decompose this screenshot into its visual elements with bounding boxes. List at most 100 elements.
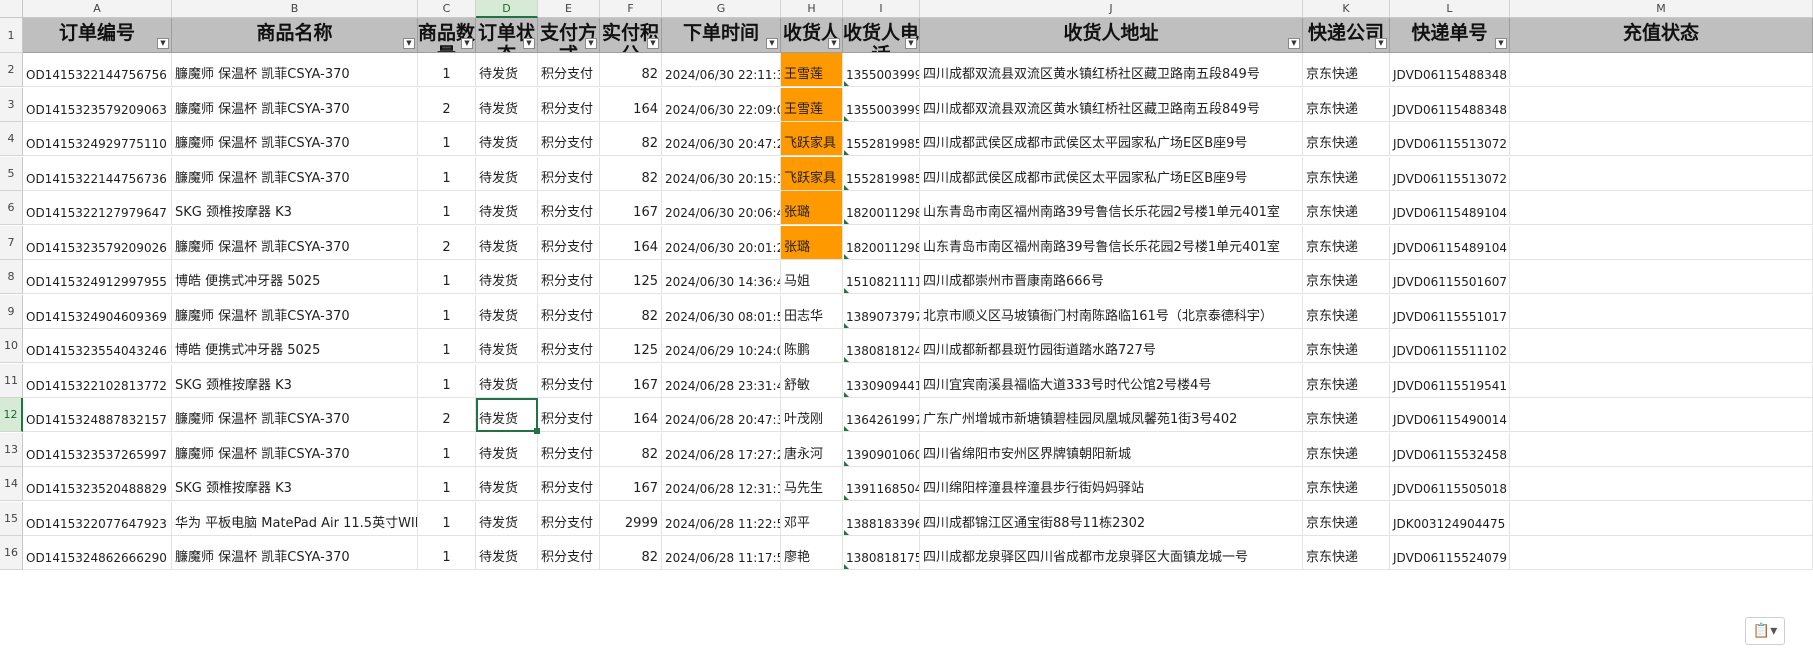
cell-b11[interactable]: SKG 颈椎按摩器 K3 (172, 364, 418, 398)
row-header-3[interactable]: 3 (0, 88, 23, 122)
filter-dropdown-icon[interactable]: ▼ (647, 38, 659, 49)
cell-f4[interactable]: 82 (600, 122, 662, 156)
cell-a9[interactable]: OD1415324904609369 (23, 295, 172, 329)
cell-a15[interactable]: OD1415322077647923 (23, 502, 172, 536)
filter-dropdown-icon[interactable]: ▼ (1495, 38, 1507, 49)
cell-j7[interactable]: 山东青岛市南区福州南路39号鲁信长乐花园2号楼1单元401室 (920, 226, 1303, 260)
cell-f14[interactable]: 167 (600, 467, 662, 501)
cell-c11[interactable]: 1 (418, 364, 476, 398)
cell-b5[interactable]: 臁魔师 保温杯 凯菲CSYA-370 (172, 157, 418, 191)
cell-h15[interactable]: 邓平 (781, 502, 843, 536)
cell-g5[interactable]: 2024/06/30 20:15:17 (662, 157, 781, 191)
cell-b7[interactable]: 臁魔师 保温杯 凯菲CSYA-370 (172, 226, 418, 260)
cell-l9[interactable]: JDVD06115551017 (1390, 295, 1510, 329)
cell-k14[interactable]: 京东快递 (1303, 467, 1390, 501)
cell-g3[interactable]: 2024/06/30 22:09:04 (662, 88, 781, 122)
column-header-f[interactable]: F (600, 0, 662, 18)
cell-b13[interactable]: 臁魔师 保温杯 凯菲CSYA-370 (172, 433, 418, 467)
row-header-11[interactable]: 11 (0, 364, 23, 398)
cell-d8[interactable]: 待发货 (476, 260, 538, 294)
cell-i7[interactable]: 18200112988 (843, 226, 920, 260)
cell-e10[interactable]: 积分支付 (538, 329, 600, 363)
cell-l11[interactable]: JDVD06115519541 (1390, 364, 1510, 398)
cell-f13[interactable]: 82 (600, 433, 662, 467)
cell-k2[interactable]: 京东快递 (1303, 53, 1390, 87)
cell-c6[interactable]: 1 (418, 191, 476, 225)
cell-c7[interactable]: 2 (418, 226, 476, 260)
paste-options-button[interactable]: 📋▾ (1745, 617, 1785, 645)
cell-m7[interactable] (1510, 226, 1813, 260)
cell-h6[interactable]: 张璐 (781, 191, 843, 225)
cell-i8[interactable]: 15108211112 (843, 260, 920, 294)
cell-e2[interactable]: 积分支付 (538, 53, 600, 87)
cell-f7[interactable]: 164 (600, 226, 662, 260)
filter-dropdown-icon[interactable]: ▼ (766, 38, 778, 49)
cell-g9[interactable]: 2024/06/30 08:01:50 (662, 295, 781, 329)
cell-d10[interactable]: 待发货 (476, 329, 538, 363)
cell-h3[interactable]: 王雪莲 (781, 88, 843, 122)
cell-f15[interactable]: 2999 (600, 502, 662, 536)
cell-b3[interactable]: 臁魔师 保温杯 凯菲CSYA-370 (172, 88, 418, 122)
cell-k15[interactable]: 京东快递 (1303, 502, 1390, 536)
cell-m10[interactable] (1510, 329, 1813, 363)
row-header-13[interactable]: 13 (0, 433, 23, 467)
cell-m13[interactable] (1510, 433, 1813, 467)
cell-i10[interactable]: 13808181249 (843, 329, 920, 363)
cell-l4[interactable]: JDVD06115513072 (1390, 122, 1510, 156)
row-header-16[interactable]: 16 (0, 536, 23, 570)
cell-i5[interactable]: 15528199855 (843, 157, 920, 191)
row-header-7[interactable]: 7 (0, 226, 23, 260)
cell-g15[interactable]: 2024/06/28 11:22:55 (662, 502, 781, 536)
cell-l13[interactable]: JDVD06115532458 (1390, 433, 1510, 467)
cell-d9[interactable]: 待发货 (476, 295, 538, 329)
row-header-1[interactable]: 1 (0, 18, 23, 53)
cell-a7[interactable]: OD1415323579209026 (23, 226, 172, 260)
cell-k13[interactable]: 京东快递 (1303, 433, 1390, 467)
cell-m9[interactable] (1510, 295, 1813, 329)
cell-h5[interactable]: 飞跃家具 (781, 157, 843, 191)
filter-dropdown-icon[interactable]: ▼ (403, 38, 415, 49)
row-header-12[interactable]: 12 (0, 398, 23, 432)
cell-e11[interactable]: 积分支付 (538, 364, 600, 398)
row-header-5[interactable]: 5 (0, 157, 23, 191)
cell-j15[interactable]: 四川成都锦江区通宝街88号11栋2302 (920, 502, 1303, 536)
cell-h4[interactable]: 飞跃家具 (781, 122, 843, 156)
cell-c13[interactable]: 1 (418, 433, 476, 467)
cell-a4[interactable]: OD1415324929775110 (23, 122, 172, 156)
cell-i16[interactable]: 13808181750 (843, 536, 920, 570)
filter-dropdown-icon[interactable]: ▼ (1288, 38, 1300, 49)
cell-j11[interactable]: 四川宜宾南溪县福临大道333号时代公馆2号楼4号 (920, 364, 1303, 398)
cell-c2[interactable]: 1 (418, 53, 476, 87)
filter-dropdown-icon[interactable]: ▼ (461, 38, 473, 49)
cell-b14[interactable]: SKG 颈椎按摩器 K3 (172, 467, 418, 501)
cell-j10[interactable]: 四川成都新都县斑竹园街道踏水路727号 (920, 329, 1303, 363)
filter-dropdown-icon[interactable]: ▼ (1375, 38, 1387, 49)
cell-e12[interactable]: 积分支付 (538, 398, 600, 432)
cell-l8[interactable]: JDVD06115501607 (1390, 260, 1510, 294)
cell-i6[interactable]: 18200112988 (843, 191, 920, 225)
filter-dropdown-icon[interactable]: ▼ (585, 38, 597, 49)
row-header-14[interactable]: 14 (0, 467, 23, 501)
cell-j3[interactable]: 四川成都双流县双流区黄水镇红桥社区藏卫路南五段849号 (920, 88, 1303, 122)
cell-j8[interactable]: 四川成都崇州市晋康南路666号 (920, 260, 1303, 294)
cell-e3[interactable]: 积分支付 (538, 88, 600, 122)
cell-i12[interactable]: 13642619978 (843, 398, 920, 432)
cell-d13[interactable]: 待发货 (476, 433, 538, 467)
row-header-6[interactable]: 6 (0, 191, 23, 225)
cell-k12[interactable]: 京东快递 (1303, 398, 1390, 432)
cell-f16[interactable]: 82 (600, 536, 662, 570)
cell-c12[interactable]: 2 (418, 398, 476, 432)
cell-h9[interactable]: 田志华 (781, 295, 843, 329)
cell-e8[interactable]: 积分支付 (538, 260, 600, 294)
cell-m16[interactable] (1510, 536, 1813, 570)
cell-j16[interactable]: 四川成都龙泉驿区四川省成都市龙泉驿区大面镇龙城一号 (920, 536, 1303, 570)
cell-f5[interactable]: 82 (600, 157, 662, 191)
cell-a3[interactable]: OD1415323579209063 (23, 88, 172, 122)
cell-k11[interactable]: 京东快递 (1303, 364, 1390, 398)
select-all-corner[interactable] (0, 0, 23, 18)
cell-j9[interactable]: 北京市顺义区马坡镇衙门村南陈路临161号（北京泰德科宇） (920, 295, 1303, 329)
cell-b9[interactable]: 臁魔师 保温杯 凯菲CSYA-370 (172, 295, 418, 329)
cell-l7[interactable]: JDVD06115489104 (1390, 226, 1510, 260)
cell-i2[interactable]: 13550039991 (843, 53, 920, 87)
cell-h8[interactable]: 马姐 (781, 260, 843, 294)
